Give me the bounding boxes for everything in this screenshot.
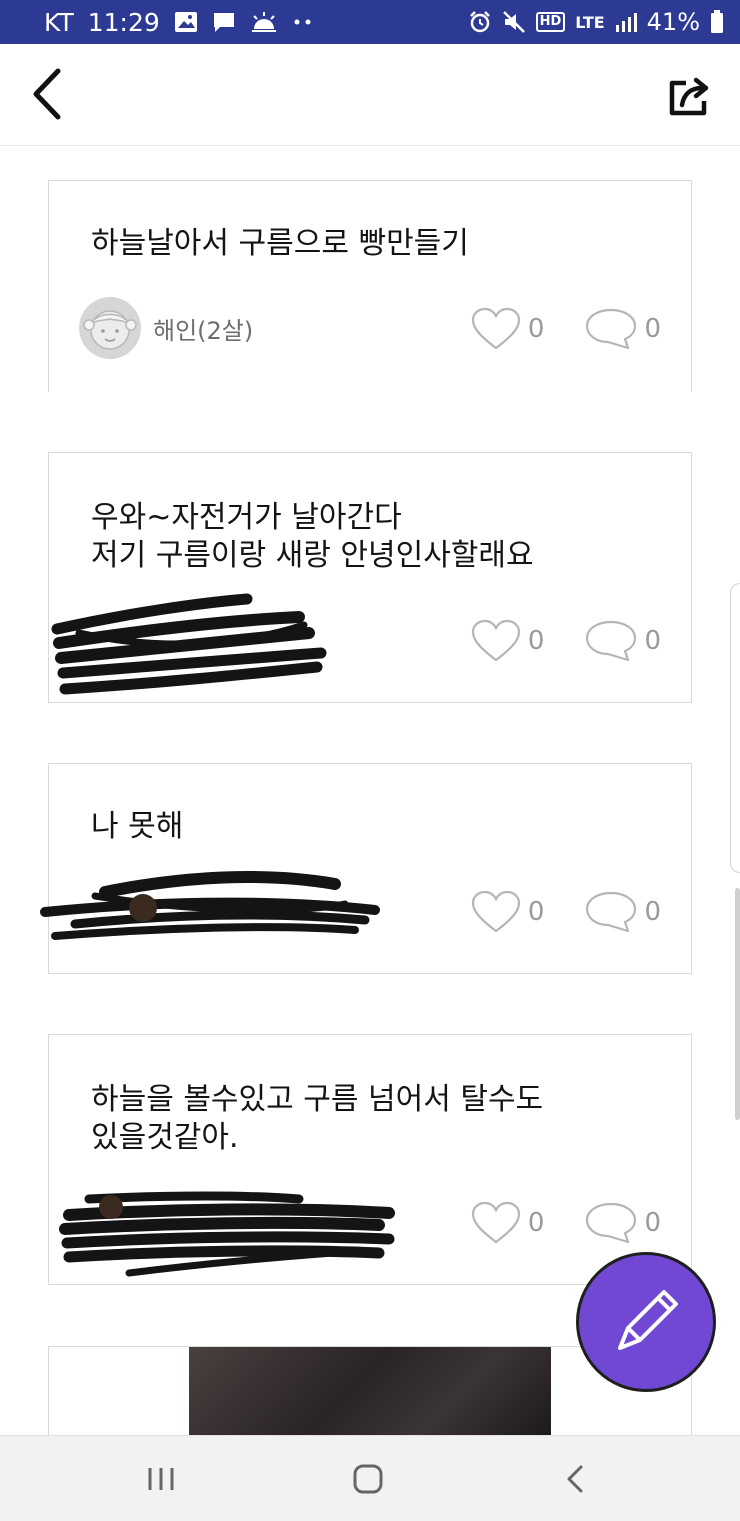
comment-count: 0 <box>644 626 661 656</box>
share-icon <box>669 77 709 116</box>
post-photo[interactable] <box>189 1347 551 1435</box>
signal-icon <box>615 11 637 33</box>
chevron-left-icon <box>33 68 61 120</box>
comment-count: 0 <box>644 897 661 927</box>
alarm-icon <box>468 10 492 34</box>
mute-icon <box>502 10 526 34</box>
redaction-scribble <box>59 1191 395 1277</box>
like-count: 0 <box>527 897 545 927</box>
post-author[interactable]: 해인(2살) <box>79 297 253 359</box>
heart-icon <box>471 619 521 662</box>
post-card[interactable]: 나 못해 0 0 <box>40 763 692 974</box>
recent-apps-icon <box>148 1468 174 1490</box>
share-button[interactable] <box>666 72 714 120</box>
speech-bubble-icon <box>586 308 637 350</box>
heart-icon <box>471 307 521 350</box>
speech-bubble-icon <box>586 1202 637 1244</box>
like-count: 0 <box>527 626 545 656</box>
post-text: 하늘날아서 구름으로 빵만들기 <box>91 226 469 261</box>
speech-bubble-icon <box>586 891 637 933</box>
more-dots-icon <box>292 17 314 27</box>
like-count: 0 <box>527 1208 545 1238</box>
message-icon <box>212 11 236 33</box>
image-icon <box>174 11 198 33</box>
carrier-label: KT <box>44 7 74 37</box>
comment-count: 0 <box>644 314 661 344</box>
like-count: 0 <box>527 314 545 344</box>
post-feed[interactable]: 하늘날아서 구름으로 빵만들기 해인(2살) 0 0 우와~자전거가 날아간다 … <box>0 147 740 1435</box>
post-card[interactable]: 우와~자전거가 날아간다 저기 구름이랑 새랑 안녕인사할래요 0 0 <box>48 452 692 703</box>
pencil-icon <box>618 1290 678 1350</box>
heart-icon <box>471 890 521 933</box>
scrollbar-thumb[interactable] <box>735 888 740 1120</box>
battery-percent: 41% <box>646 8 700 36</box>
like-button[interactable]: 0 <box>470 307 545 351</box>
post-card[interactable]: 하늘날아서 구름으로 빵만들기 해인(2살) 0 0 <box>48 180 692 392</box>
comment-button[interactable]: 0 <box>584 307 661 351</box>
heart-icon <box>471 1201 521 1244</box>
avatar <box>79 297 141 359</box>
comment-button[interactable]: 0 <box>584 619 661 663</box>
speech-bubble-icon <box>586 620 637 662</box>
back-button[interactable] <box>24 66 68 122</box>
post-stats: 0 0 <box>470 619 661 663</box>
like-button[interactable]: 0 <box>470 890 545 934</box>
back-arrow-icon <box>567 1465 583 1493</box>
like-button[interactable]: 0 <box>470 1201 545 1245</box>
battery-icon <box>710 10 724 34</box>
app-header <box>0 44 740 146</box>
post-stats: 0 0 <box>470 307 661 351</box>
recent-apps-button[interactable] <box>136 1456 186 1502</box>
system-nav-bar <box>0 1435 740 1521</box>
child-avatar-icon <box>83 310 137 350</box>
status-bar: KT 11:29 HD LTE 41% <box>0 0 740 44</box>
comment-button[interactable]: 0 <box>584 1201 661 1245</box>
network-label: LTE <box>575 12 605 32</box>
comment-button[interactable]: 0 <box>584 890 661 934</box>
write-post-button[interactable] <box>576 1252 716 1392</box>
redaction-scribble <box>40 871 380 940</box>
comment-count: 0 <box>644 1208 661 1238</box>
home-icon <box>353 1464 383 1494</box>
like-button[interactable]: 0 <box>470 619 545 663</box>
author-name: 해인(2살) <box>153 316 254 345</box>
home-button[interactable] <box>343 1456 393 1502</box>
redaction-scribble <box>51 593 327 695</box>
scroll-handle[interactable] <box>730 583 740 873</box>
weather-icon <box>250 11 278 33</box>
post-card[interactable]: 하늘을 볼수있고 구름 넘어서 탈수도 있을것같아. 0 0 <box>48 1034 692 1285</box>
post-stats: 0 0 <box>470 1201 661 1245</box>
hd-badge: HD <box>535 12 566 32</box>
nav-back-button[interactable] <box>550 1456 600 1502</box>
clock: 11:29 <box>87 7 160 37</box>
post-stats: 0 0 <box>470 890 661 934</box>
